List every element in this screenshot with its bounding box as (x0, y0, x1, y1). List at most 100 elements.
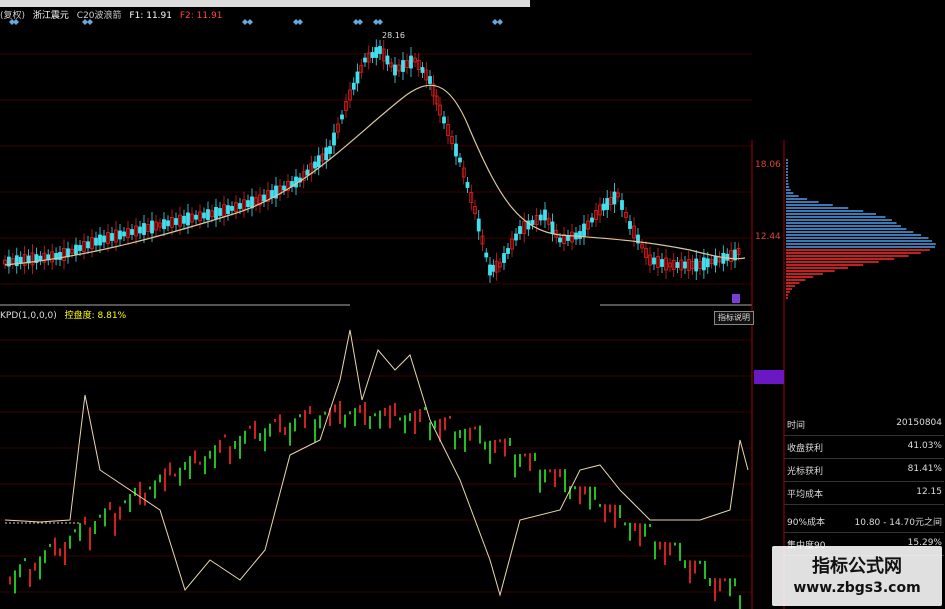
candle-body (484, 252, 489, 258)
signal-marker (377, 19, 383, 25)
candle-body (182, 215, 186, 224)
info-row-close-profit: 收盘获利 41.03% (784, 436, 944, 459)
candle-body (102, 235, 106, 243)
candle-body (409, 55, 413, 69)
candle-body (713, 255, 718, 266)
indicator-help-button[interactable]: 指标说明 (714, 311, 754, 325)
signal-marker (87, 19, 93, 25)
candle-body (332, 132, 336, 146)
candle-body (675, 262, 680, 268)
candle-body (620, 200, 624, 210)
info-key: 时间 (787, 421, 806, 431)
signal-marker (247, 19, 253, 25)
signal-marker (357, 19, 363, 25)
candle-body (282, 185, 286, 191)
candle-body (238, 203, 242, 209)
candle-body (186, 212, 190, 226)
candle-body (550, 221, 555, 234)
candle-body (558, 237, 562, 243)
candle-body (488, 264, 492, 276)
candle-body (294, 176, 298, 188)
candle-body (393, 64, 397, 76)
candle-body (363, 57, 367, 63)
candle-body (502, 253, 506, 263)
candle-body (701, 257, 706, 271)
candle-body (230, 205, 234, 211)
candle-body (476, 218, 481, 232)
candle-body (454, 143, 458, 157)
candle-body (218, 208, 222, 216)
control-degree: 控盘度: 8.81% (64, 311, 127, 321)
watermark-url: www.zbgs3.com (793, 580, 921, 596)
candle-body (401, 60, 405, 72)
candle-body (420, 67, 425, 73)
candle-body (355, 71, 360, 84)
candle-body (118, 230, 122, 240)
indicator-formula: KPD(1,0,0,0) (0, 311, 57, 321)
candle-body (578, 231, 582, 239)
candle-body (442, 116, 446, 124)
candle-body (370, 52, 375, 58)
candle-body (605, 198, 610, 210)
mini-tag-icon (732, 294, 740, 303)
candle-body (351, 82, 356, 90)
candle-body (206, 209, 210, 221)
candle-body (721, 252, 726, 264)
chip-cursor-marker (754, 370, 784, 384)
watermark-title: 指标公式网 (812, 556, 902, 577)
candle-body (660, 259, 664, 267)
info-key: 收盘获利 (787, 444, 824, 454)
candle-body (18, 256, 23, 264)
price-axis-upper: 18.06 (755, 160, 781, 170)
candle-body (316, 155, 321, 168)
candle-body (202, 212, 206, 219)
candle-body (543, 209, 547, 221)
candle-body (590, 217, 594, 223)
candle-body (328, 146, 332, 154)
candle-body (246, 200, 250, 208)
candle-body (78, 245, 82, 251)
candle-body (582, 223, 586, 237)
candle-body (601, 203, 606, 211)
candle-body (385, 55, 390, 65)
candle-body (94, 237, 98, 246)
candle-body (226, 205, 230, 215)
candle-body (122, 231, 126, 237)
candle-body (683, 261, 687, 269)
candle-body (86, 241, 90, 249)
info-key: 90%成本 (787, 518, 826, 528)
candle-body (694, 258, 699, 272)
candle-body (628, 221, 632, 229)
candle-body (142, 223, 146, 235)
candle-body (66, 248, 70, 258)
candle-body (491, 264, 496, 272)
candle-body (458, 157, 462, 163)
info-key: 平均成本 (787, 490, 824, 500)
candle-body (74, 244, 78, 255)
signal-marker (297, 19, 303, 25)
candle-body (506, 248, 510, 254)
candle-body (378, 46, 382, 54)
candle-body (428, 76, 432, 84)
info-row-cost-90: 90%成本 10.80 - 14.70元之间 (784, 510, 944, 533)
info-value: 81.41% (907, 464, 942, 474)
candle-body (162, 219, 166, 230)
signal-marker (13, 19, 19, 25)
candle-body (465, 182, 470, 188)
candle-body (214, 206, 218, 219)
candle-body (652, 257, 656, 265)
candle-body (130, 229, 134, 235)
candle-body (110, 233, 114, 241)
candle-body (530, 220, 535, 225)
watermark: 指标公式网 www.zbgs3.com (772, 546, 942, 606)
info-value: 41.03% (907, 441, 942, 451)
candle-body (166, 220, 170, 227)
candle-body (194, 214, 198, 220)
info-row-cursor-profit: 光标获利 81.41% (784, 459, 944, 482)
candle-body (138, 226, 142, 234)
info-row-time: 时间 20150804 (784, 413, 944, 436)
info-value: 12.15 (916, 487, 942, 497)
candle-body (262, 194, 266, 202)
candle-body (98, 234, 102, 246)
candle-body (324, 147, 329, 161)
